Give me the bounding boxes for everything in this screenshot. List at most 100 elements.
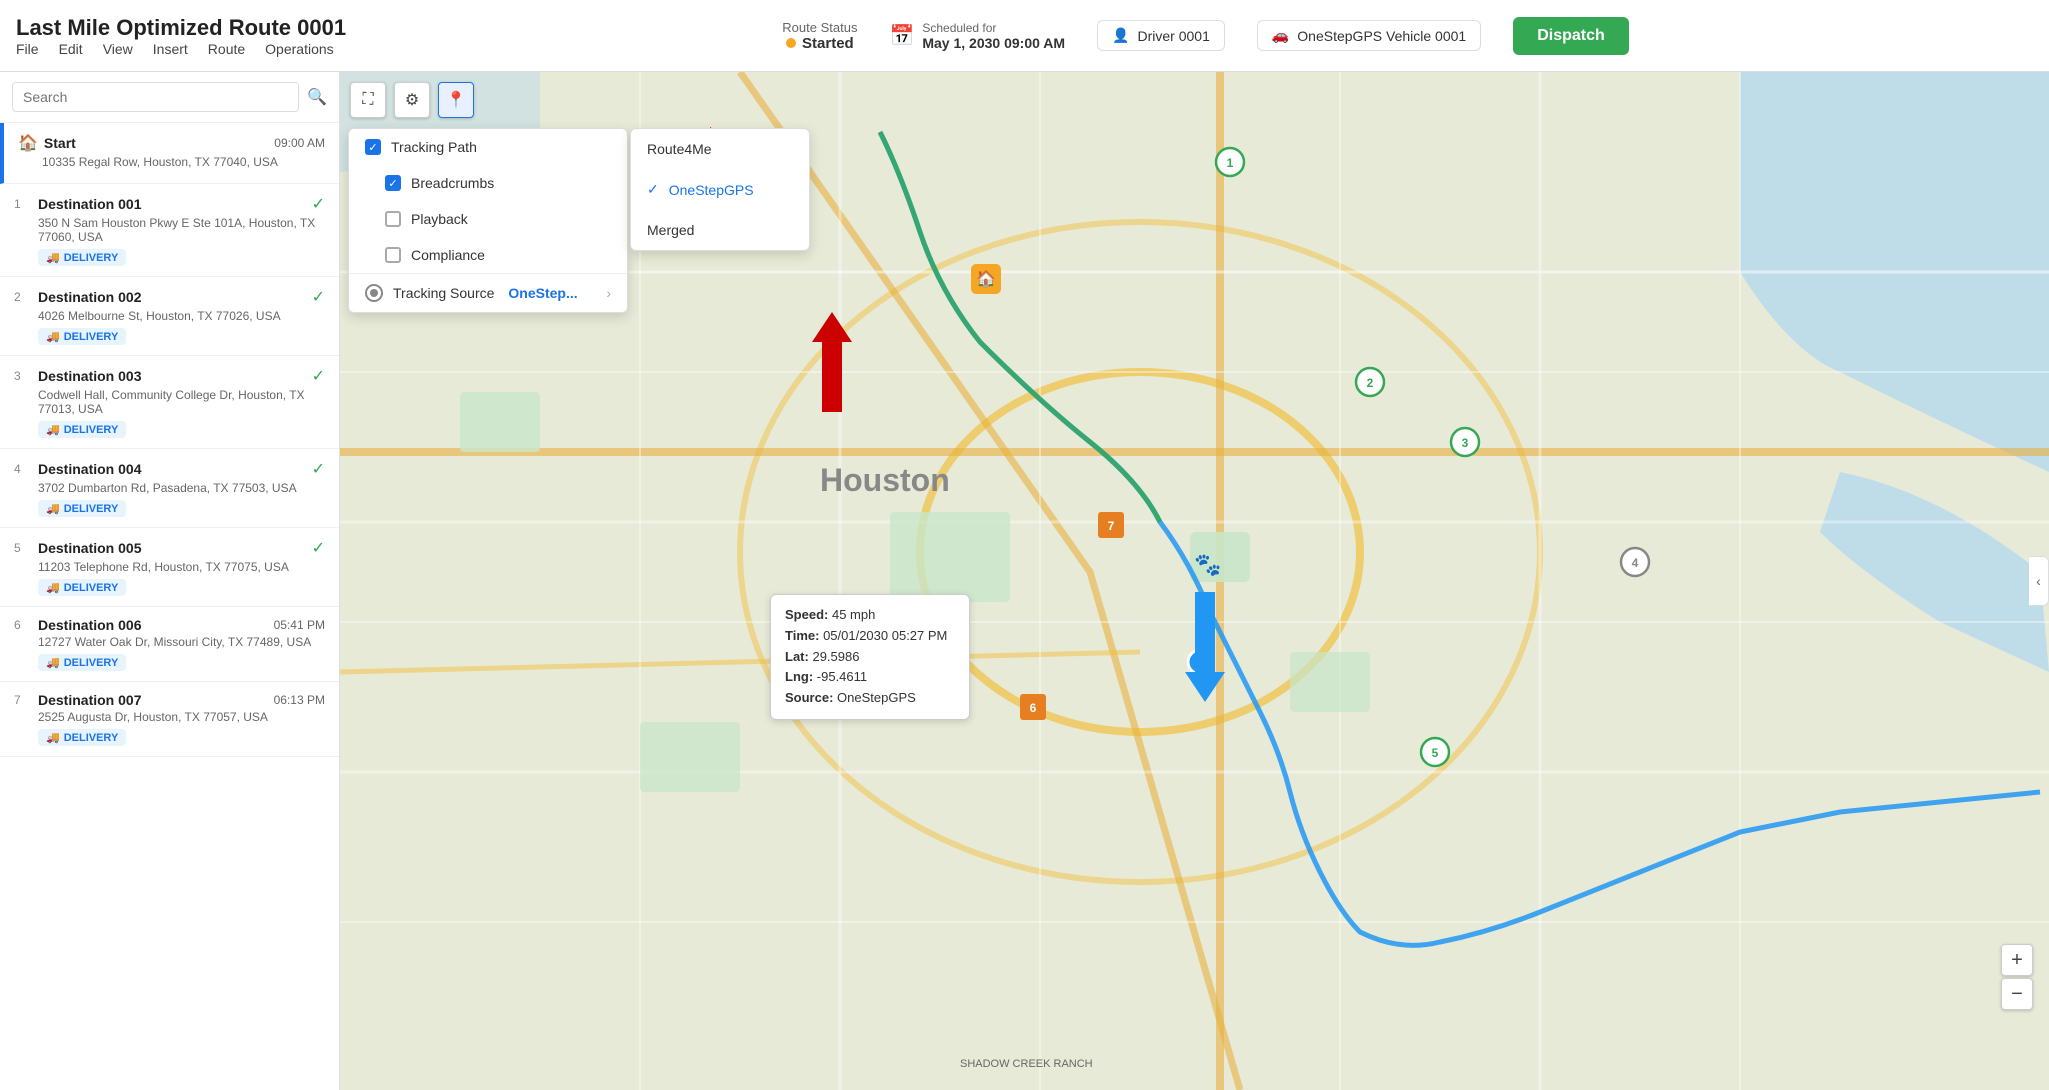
page-title: Last Mile Optimized Route 0001 — [16, 15, 346, 41]
menu-file[interactable]: File — [16, 41, 39, 57]
source-value: OneStepGPS — [837, 690, 916, 705]
calendar-icon: 📅 — [889, 23, 914, 48]
route4me-label: Route4Me — [647, 141, 712, 157]
stop-1-name: Destination 001 — [38, 196, 308, 212]
svg-text:7: 7 — [1108, 519, 1115, 533]
breadcrumbs-option[interactable]: ✓ Breadcrumbs — [349, 165, 627, 201]
truck-icon-6: 🚚 — [46, 656, 60, 669]
stop-3[interactable]: 3 Destination 003 ✓ Codwell Hall, Commun… — [0, 356, 339, 449]
main-layout: 🔍 🏠 Start 09:00 AM 10335 Regal Row, Hous… — [0, 72, 2049, 1090]
svg-text:6: 6 — [1030, 701, 1037, 715]
svg-text:3: 3 — [1462, 436, 1469, 450]
tracking-path-checkbox[interactable]: ✓ — [365, 139, 381, 155]
vehicle-info-tooltip: Speed: 45 mph Time: 05/01/2030 05:27 PM … — [770, 594, 970, 720]
collapse-sidebar-button[interactable]: ‹ — [2029, 556, 2049, 606]
truck-icon-2: 🚚 — [46, 330, 60, 343]
stop-2[interactable]: 2 Destination 002 ✓ 4026 Melbourne St, H… — [0, 277, 339, 356]
fullscreen-button[interactable]: ⛶ — [350, 82, 386, 118]
compliance-label: Compliance — [411, 247, 485, 263]
delivery-badge-3: 🚚 DELIVERY — [38, 421, 126, 438]
search-bar: 🔍 — [0, 72, 339, 123]
menu-insert[interactable]: Insert — [153, 41, 188, 57]
delivery-badge-1: 🚚 DELIVERY — [38, 249, 126, 266]
stop-5-num: 5 — [14, 541, 32, 555]
merged-label: Merged — [647, 222, 694, 238]
speed-value: 45 mph — [832, 607, 875, 622]
menu-route[interactable]: Route — [208, 41, 245, 57]
svg-text:🐾: 🐾 — [1194, 552, 1221, 577]
stop-4-num: 4 — [14, 462, 32, 476]
menu-operations[interactable]: Operations — [265, 41, 333, 57]
stop-7-address: 2525 Augusta Dr, Houston, TX 77057, USA — [38, 710, 325, 724]
source-merged[interactable]: Merged — [631, 210, 809, 250]
stop-start[interactable]: 🏠 Start 09:00 AM 10335 Regal Row, Housto… — [0, 123, 339, 184]
source-row: Source: OneStepGPS — [785, 688, 955, 709]
truck-icon-1: 🚚 — [46, 251, 60, 264]
stop-2-name: Destination 002 — [38, 289, 308, 305]
truck-icon-7: 🚚 — [46, 731, 60, 744]
stop-start-address: 10335 Regal Row, Houston, TX 77040, USA — [42, 155, 325, 169]
route-status-value: Started — [786, 35, 854, 52]
tracking-path-option[interactable]: ✓ Tracking Path — [349, 129, 627, 165]
delivery-badge-5: 🚚 DELIVERY — [38, 579, 126, 596]
tracking-source-label: Tracking Source — [393, 285, 494, 301]
car-icon: 🚗 — [1272, 27, 1289, 44]
onestep-link[interactable]: OneStep... — [508, 285, 577, 301]
stop-6-time: 05:41 PM — [274, 618, 325, 632]
menu-edit[interactable]: Edit — [59, 41, 83, 57]
stop-7-name: Destination 007 — [38, 692, 274, 708]
stop-5[interactable]: 5 Destination 005 ✓ 11203 Telephone Rd, … — [0, 528, 339, 607]
stop-5-address: 11203 Telephone Rd, Houston, TX 77075, U… — [38, 560, 325, 574]
scheduled-info: 📅 Scheduled for May 1, 2030 09:00 AM — [889, 21, 1065, 51]
status-dot — [786, 38, 796, 48]
header-center: Route Status Started 📅 Scheduled for May… — [782, 17, 1628, 55]
stop-4[interactable]: 4 Destination 004 ✓ 3702 Dumbarton Rd, P… — [0, 449, 339, 528]
shadow-creek-label: SHADOW CREEK RANCH — [960, 1058, 1093, 1070]
lat-row: Lat: 29.5986 — [785, 647, 955, 668]
search-input[interactable] — [12, 82, 299, 112]
stop-6[interactable]: 6 Destination 006 05:41 PM 12727 Water O… — [0, 607, 339, 682]
vehicle-selector[interactable]: 🚗 OneStepGPS Vehicle 0001 — [1257, 20, 1481, 51]
source-route4me[interactable]: Route4Me — [631, 129, 809, 169]
tracking-dropdown: ✓ Tracking Path ✓ Breadcrumbs Playback C… — [348, 128, 628, 313]
stop-6-address: 12727 Water Oak Dr, Missouri City, TX 77… — [38, 635, 325, 649]
playback-label: Playback — [411, 211, 468, 227]
playback-option[interactable]: Playback — [349, 201, 627, 237]
source-onestepgps[interactable]: ✓ OneStepGPS — [631, 169, 809, 210]
breadcrumbs-checkbox[interactable]: ✓ — [385, 175, 401, 191]
menu-bar: File Edit View Insert Route Operations — [16, 41, 378, 57]
compliance-checkbox[interactable] — [385, 247, 401, 263]
tracking-button[interactable]: 📍 — [438, 82, 474, 118]
check-icon-1: ✓ — [312, 194, 325, 214]
stop-3-num: 3 — [14, 369, 32, 383]
settings-button[interactable]: ⚙ — [394, 82, 430, 118]
scheduled-label: Scheduled for — [922, 21, 1065, 35]
lat-value: 29.5986 — [812, 649, 859, 664]
tracking-source-row[interactable]: Tracking Source OneStep... › — [349, 273, 627, 312]
menu-view[interactable]: View — [103, 41, 133, 57]
stop-1[interactable]: 1 Destination 001 ✓ 350 N Sam Houston Pk… — [0, 184, 339, 277]
check-icon-2: ✓ — [312, 287, 325, 307]
stop-7[interactable]: 7 Destination 007 06:13 PM 2525 Augusta … — [0, 682, 339, 757]
svg-text:4: 4 — [1632, 556, 1639, 570]
stop-1-address: 350 N Sam Houston Pkwy E Ste 101A, Houst… — [38, 216, 325, 244]
zoom-out-button[interactable]: − — [2001, 978, 2033, 1010]
stop-7-time: 06:13 PM — [274, 693, 325, 707]
svg-text:1: 1 — [1227, 156, 1234, 170]
stop-list: 🏠 Start 09:00 AM 10335 Regal Row, Housto… — [0, 123, 339, 1090]
zoom-in-button[interactable]: + — [2001, 944, 2033, 976]
chevron-right-icon: › — [606, 285, 611, 301]
truck-icon-3: 🚚 — [46, 423, 60, 436]
map-area[interactable]: 1 2 3 4 5 6 7 — [340, 72, 2049, 1090]
compliance-option[interactable]: Compliance — [349, 237, 627, 273]
check-icon-4: ✓ — [312, 459, 325, 479]
svg-text:🏠: 🏠 — [976, 270, 996, 288]
stop-6-num: 6 — [14, 618, 32, 632]
lng-value: -95.4611 — [817, 669, 867, 684]
vehicle-label: OneStepGPS Vehicle 0001 — [1297, 28, 1466, 44]
zoom-controls: + − — [2001, 944, 2033, 1010]
search-button[interactable]: 🔍 — [307, 87, 327, 107]
driver-selector[interactable]: 👤 Driver 0001 — [1097, 20, 1225, 51]
playback-checkbox[interactable] — [385, 211, 401, 227]
dispatch-button[interactable]: Dispatch — [1513, 17, 1629, 55]
